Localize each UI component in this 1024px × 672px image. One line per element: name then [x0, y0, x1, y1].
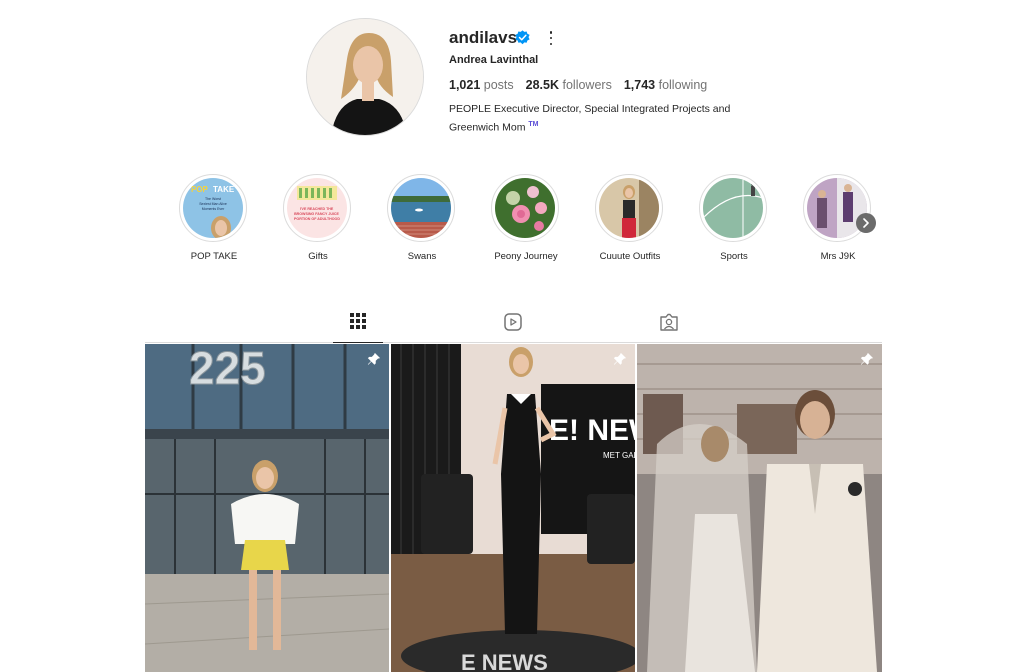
post-tile[interactable]: 225	[145, 344, 389, 672]
verified-badge-icon	[515, 30, 530, 45]
profile-stats: 1,021 posts 28.5K followers 1,743 follow…	[449, 78, 707, 92]
highlight-sports[interactable]: Sports	[699, 174, 769, 262]
svg-text:E NEWS: E NEWS	[461, 650, 548, 672]
trademark-symbol: TM	[528, 121, 539, 128]
post-image: E! NEWS MET GALA E NEWS	[391, 344, 635, 672]
reels-icon	[504, 313, 522, 331]
svg-text:POP: POP	[191, 185, 209, 194]
tab-posts[interactable]	[333, 313, 383, 343]
pinned-icon	[860, 352, 874, 365]
chevron-right-icon	[863, 218, 869, 228]
highlight-label: Swans	[407, 251, 437, 262]
highlight-label: Peony Journey	[494, 251, 558, 262]
post-tile[interactable]	[637, 344, 882, 672]
sports-cover	[703, 178, 763, 238]
svg-text:TAKE: TAKE	[213, 185, 235, 194]
bio-line: Greenwich Mom TM	[449, 121, 539, 134]
more-options-icon[interactable]	[546, 31, 556, 45]
tab-tagged[interactable]	[644, 313, 694, 342]
highlight-label: Sports	[720, 251, 748, 262]
highlight-pop-take[interactable]: POP TAKE The Worst Sexiest Man Alive Mom…	[179, 174, 249, 262]
highlight-label: POP TAKE	[190, 251, 238, 262]
svg-text:E! NEWS: E! NEWS	[549, 414, 635, 447]
tagged-icon	[660, 313, 678, 331]
svg-text:Sexiest Man Alive: Sexiest Man Alive	[199, 202, 227, 206]
highlight-cuuute-outfits[interactable]: Cuuute Outfits	[595, 174, 665, 262]
profile-full-name: Andrea Lavinthal	[449, 54, 539, 66]
highlight-peony-journey[interactable]: Peony Journey	[491, 174, 561, 262]
peony-cover	[495, 178, 555, 238]
pop-take-cover: POP TAKE The Worst Sexiest Man Alive Mom…	[183, 178, 243, 238]
pinned-icon	[367, 352, 381, 365]
swans-cover	[391, 178, 451, 238]
highlight-swans[interactable]: Swans	[387, 174, 457, 262]
tab-reels[interactable]	[488, 313, 538, 342]
pinned-icon	[613, 352, 627, 365]
svg-text:I'VE REACHED THE BROWS: I'VE REACHED THE BROWSING FANCY JUICE PO…	[294, 207, 340, 221]
profile-username: andilavs	[449, 28, 518, 47]
bio-line: PEOPLE Executive Director, Special Integ…	[449, 103, 731, 115]
gifts-cover: I'VE REACHED THE BROWSING FANCY JUICE PO…	[287, 178, 347, 238]
highlights-next-button[interactable]	[856, 213, 876, 233]
grid-icon	[350, 313, 366, 329]
post-tile[interactable]: E! NEWS MET GALA E NEWS	[391, 344, 635, 672]
highlight-label: Gifts	[308, 251, 328, 262]
tabs-divider	[145, 342, 882, 343]
followers-stat[interactable]: 28.5K followers	[526, 78, 612, 92]
svg-text:Moments Ever: Moments Ever	[202, 207, 225, 211]
highlight-gifts[interactable]: I'VE REACHED THE BROWSING FANCY JUICE PO…	[283, 174, 353, 262]
highlight-label: Mrs J9K	[820, 251, 856, 262]
outfits-cover	[599, 178, 659, 238]
profile-bio: PEOPLE Executive Director, Special Integ…	[449, 102, 769, 136]
svg-text:The Worst: The Worst	[205, 197, 221, 201]
post-image: 225	[145, 344, 389, 672]
svg-text:225: 225	[189, 344, 266, 394]
profile-avatar[interactable]	[306, 18, 424, 136]
posts-count-stat: 1,021 posts	[449, 78, 514, 92]
highlight-label: Cuuute Outfits	[599, 251, 661, 262]
following-stat[interactable]: 1,743 following	[624, 78, 707, 92]
svg-text:MET GALA: MET GALA	[603, 451, 635, 460]
post-image	[637, 344, 882, 672]
